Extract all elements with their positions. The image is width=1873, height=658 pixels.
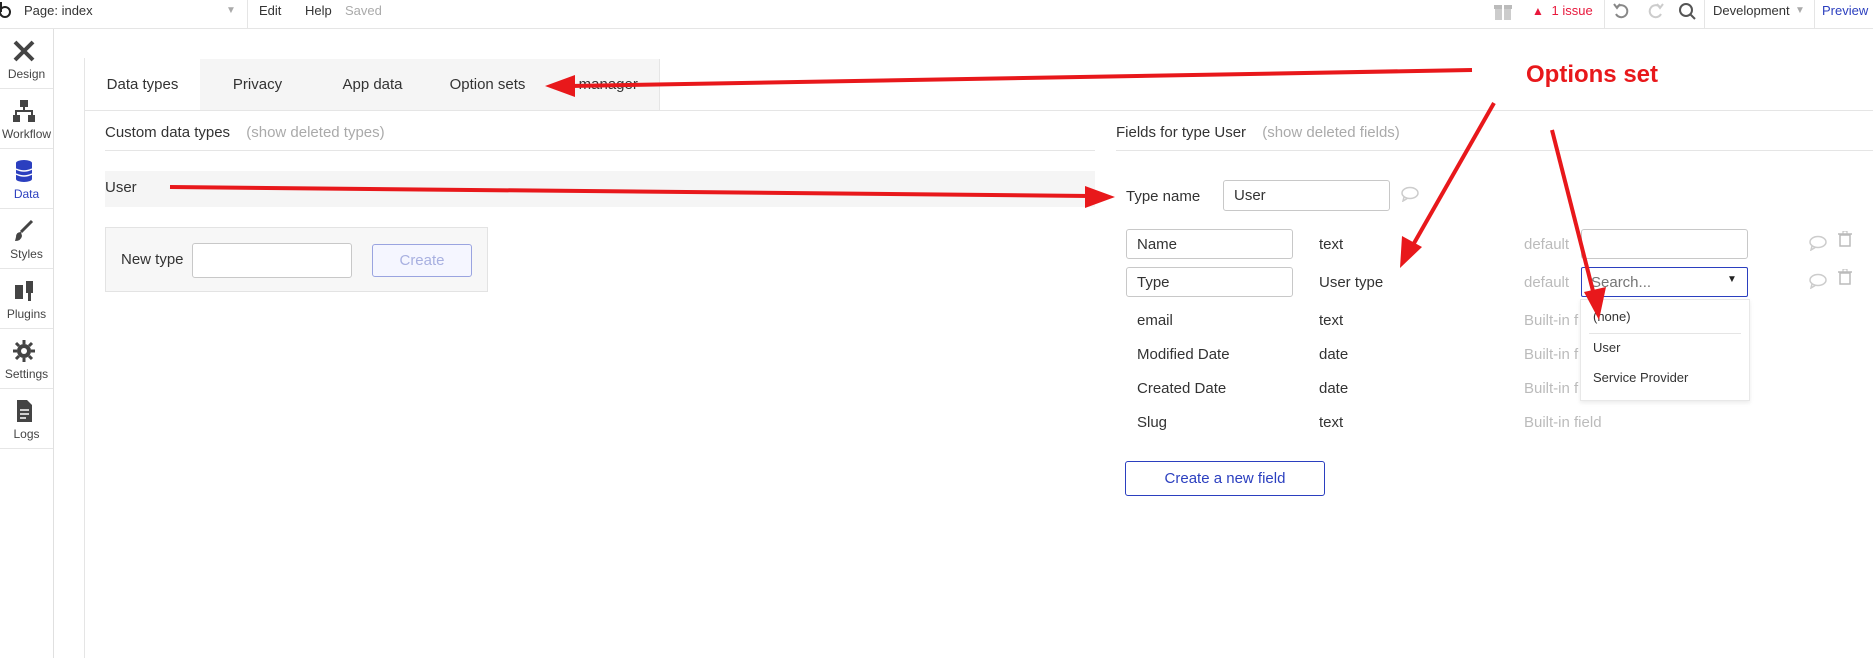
tab-app-data[interactable]: App data xyxy=(315,59,431,110)
fields-heading: Fields for type User (show deleted field… xyxy=(1116,124,1400,141)
default-value-dropdown[interactable]: ▼ xyxy=(1581,267,1748,297)
field-default: default xyxy=(1524,236,1570,253)
create-new-field-button[interactable]: Create a new field xyxy=(1125,461,1325,496)
sidebar-item-label: Workflow xyxy=(1,127,52,141)
warning-icon: ▲ xyxy=(1532,4,1544,18)
custom-data-types-heading: Custom data types (show deleted types) xyxy=(105,124,385,141)
comment-icon[interactable] xyxy=(1401,186,1419,207)
gear-icon xyxy=(13,340,35,362)
dropdown-search-input[interactable] xyxy=(1583,269,1723,295)
document-icon xyxy=(17,400,32,422)
field-name: Created Date xyxy=(1137,380,1227,397)
field-type: text xyxy=(1319,312,1344,329)
dropdown-option[interactable]: Service Provider xyxy=(1593,370,1688,385)
comment-icon[interactable] xyxy=(1809,235,1827,256)
undo-icon[interactable] xyxy=(1612,0,1632,22)
show-deleted-types-link[interactable]: (show deleted types) xyxy=(246,124,384,141)
content-border xyxy=(84,58,85,658)
divider xyxy=(105,150,1095,151)
dropdown-options: (none) User Service Provider xyxy=(1580,299,1750,401)
dropdown-option[interactable]: User xyxy=(1593,340,1620,355)
field-default: Built-in field xyxy=(1524,414,1602,431)
sidebar-item-data[interactable]: Data xyxy=(0,149,53,209)
sidebar-item-styles[interactable]: Styles xyxy=(0,209,53,269)
data-type-row[interactable]: User xyxy=(105,171,1095,207)
issues-count: 1 issue xyxy=(1551,3,1593,18)
preview-link[interactable]: Preview xyxy=(1822,0,1868,22)
page-selector[interactable]: Page: index xyxy=(24,0,93,22)
new-type-label: New type xyxy=(121,251,184,268)
dropdown-option[interactable]: (none) xyxy=(1593,309,1631,324)
chevron-down-icon[interactable]: ▼ xyxy=(226,0,236,22)
annotation-arrow xyxy=(569,68,1473,88)
bubble-logo-icon[interactable] xyxy=(0,0,14,22)
field-type: date xyxy=(1319,380,1349,397)
divider xyxy=(1116,150,1873,151)
sidebar-item-label: Design xyxy=(7,67,46,81)
redo-icon[interactable] xyxy=(1645,0,1665,22)
design-tools-icon xyxy=(13,40,35,62)
field-name: Slug xyxy=(1137,414,1168,431)
new-type-input[interactable] xyxy=(192,243,352,278)
search-icon[interactable] xyxy=(1678,0,1698,22)
plug-icon xyxy=(15,281,33,301)
environment-selector[interactable]: Development xyxy=(1713,0,1790,22)
left-sidebar: Design Workflow Data Styles Plugins Sett… xyxy=(0,29,54,658)
type-name-input[interactable] xyxy=(1223,180,1390,211)
divider xyxy=(1589,333,1741,334)
default-value-input[interactable] xyxy=(1581,229,1748,259)
comment-icon[interactable] xyxy=(1809,273,1827,294)
sidebar-item-workflow[interactable]: Workflow xyxy=(0,89,53,149)
trash-icon[interactable] xyxy=(1838,268,1852,290)
sidebar-item-label: Settings xyxy=(4,367,49,381)
field-type: text xyxy=(1319,414,1344,431)
database-icon xyxy=(15,160,33,182)
issues-indicator[interactable]: ▲ 1 issue xyxy=(1532,0,1593,22)
edit-menu[interactable]: Edit xyxy=(259,0,281,22)
field-name-input[interactable] xyxy=(1126,267,1293,297)
field-name: Modified Date xyxy=(1137,346,1230,363)
workflow-icon xyxy=(13,100,35,122)
field-default: default xyxy=(1524,274,1570,291)
trash-icon[interactable] xyxy=(1838,230,1852,252)
field-name-input[interactable] xyxy=(1126,229,1293,259)
sidebar-item-plugins[interactable]: Plugins xyxy=(0,269,53,329)
help-menu[interactable]: Help xyxy=(305,0,332,22)
data-type-label: User xyxy=(105,179,137,196)
save-status: Saved xyxy=(345,3,382,18)
gift-icon[interactable] xyxy=(1492,0,1514,22)
annotation-label: Options set xyxy=(1526,61,1659,88)
field-default: Built-in f xyxy=(1524,346,1579,363)
type-name-label: Type name xyxy=(1126,188,1201,205)
chevron-down-icon[interactable]: ▼ xyxy=(1795,0,1805,22)
sidebar-item-label: Plugins xyxy=(6,307,47,321)
sidebar-item-logs[interactable]: Logs xyxy=(0,389,53,449)
field-default: Built-in f xyxy=(1524,380,1579,397)
sidebar-item-label: Logs xyxy=(13,427,40,441)
top-bar: Page: index ▼ Edit Help Saved ▲ 1 issue … xyxy=(0,0,1873,29)
tab-data-types[interactable]: Data types xyxy=(85,59,201,110)
field-type: User type xyxy=(1319,274,1384,291)
tab-privacy[interactable]: Privacy xyxy=(200,59,316,110)
tabs-divider xyxy=(85,110,1873,111)
caret-down-icon[interactable]: ▼ xyxy=(1727,274,1737,285)
annotation-arrowhead xyxy=(1400,236,1422,268)
brush-icon xyxy=(15,219,34,241)
sidebar-item-design[interactable]: Design xyxy=(0,29,53,89)
create-type-button[interactable]: Create xyxy=(372,244,472,277)
annotation-arrow xyxy=(1411,102,1496,246)
tab-option-sets[interactable]: Option sets xyxy=(430,59,546,110)
field-type: date xyxy=(1319,346,1349,363)
field-name: email xyxy=(1137,312,1173,329)
sidebar-item-label: Styles xyxy=(10,247,43,261)
show-deleted-fields-link[interactable]: (show deleted fields) xyxy=(1262,124,1400,141)
field-type: text xyxy=(1319,236,1344,253)
tab-file-manager[interactable]: e manager xyxy=(545,59,660,110)
sidebar-item-label: Data xyxy=(13,187,40,201)
field-default: Built-in f xyxy=(1524,312,1579,329)
sidebar-item-settings[interactable]: Settings xyxy=(0,329,53,389)
